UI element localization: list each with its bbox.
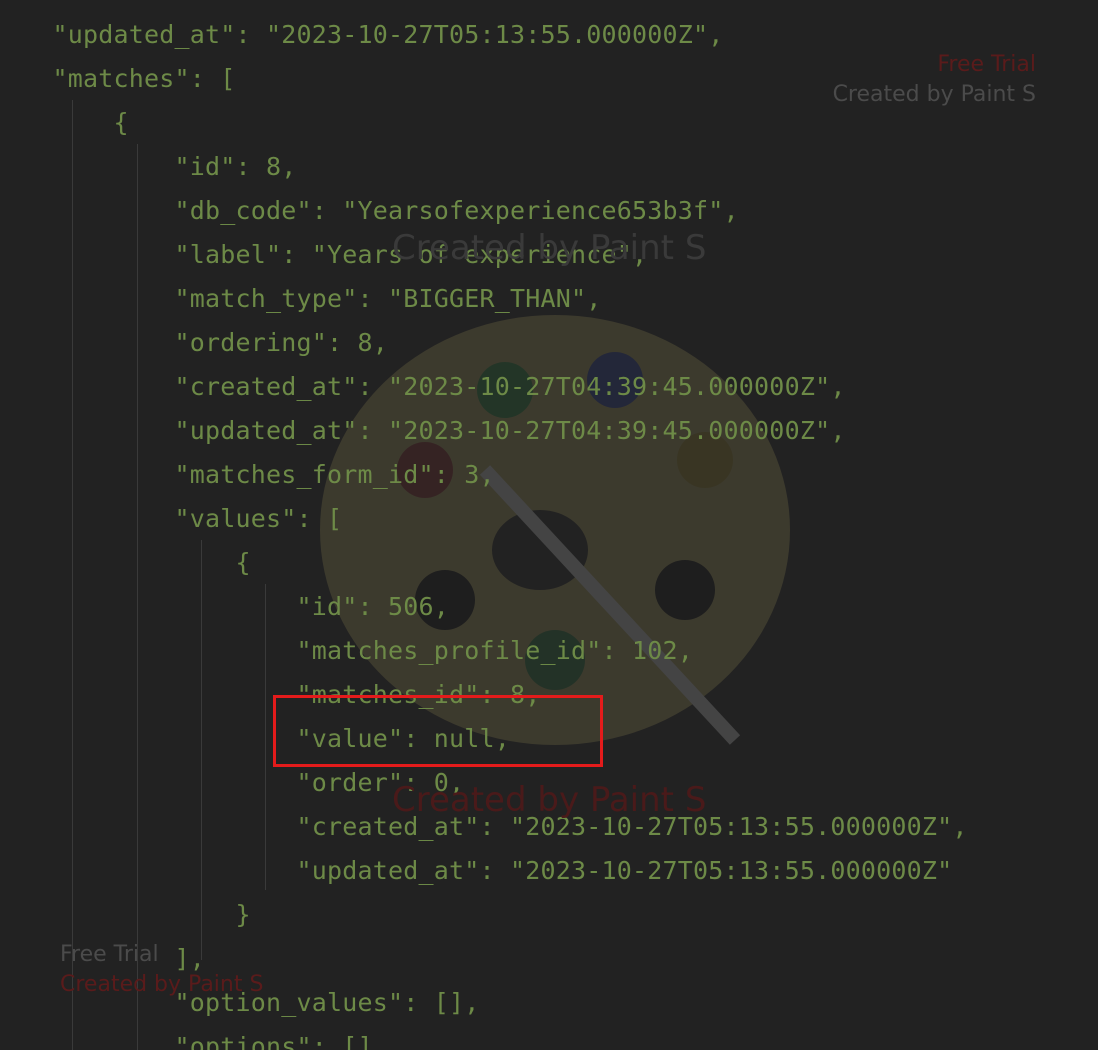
code-line[interactable]: "updated_at": "2023-10-27T04:39:45.00000…: [22, 409, 846, 453]
code-line[interactable]: "matches_profile_id": 102,: [22, 629, 693, 673]
code-line[interactable]: "values": [: [22, 497, 343, 541]
watermark-center-top: Created by Paint S: [392, 228, 707, 268]
code-line[interactable]: "options": []: [22, 1025, 373, 1050]
code-line[interactable]: "db_code": "Yearsofexperience653b3f",: [22, 189, 739, 233]
watermark-created-by-bottom: Created by Paint S: [60, 972, 264, 997]
watermark-created-by: Created by Paint S: [832, 82, 1036, 107]
code-line[interactable]: "id": 506,: [22, 585, 449, 629]
code-line[interactable]: {: [22, 101, 129, 145]
code-line[interactable]: "created_at": "2023-10-27T04:39:45.00000…: [22, 365, 846, 409]
watermark-center-bottom: Created by Paint S: [392, 780, 707, 820]
code-line[interactable]: "id": 8,: [22, 145, 297, 189]
code-line[interactable]: {: [22, 541, 251, 585]
code-line[interactable]: "updated_at": "2023-10-27T05:13:55.00000…: [22, 13, 724, 57]
code-line[interactable]: "matches_form_id": 3,: [22, 453, 495, 497]
watermark-free-trial: Free Trial: [937, 52, 1036, 77]
code-line[interactable]: "match_type": "BIGGER_THAN",: [22, 277, 602, 321]
code-line[interactable]: }: [22, 893, 251, 937]
code-line[interactable]: "matches": [: [22, 57, 236, 101]
code-editor[interactable]: "updated_at": "2023-10-27T05:13:55.00000…: [0, 0, 1098, 1050]
code-line[interactable]: "updated_at": "2023-10-27T05:13:55.00000…: [22, 849, 953, 893]
code-line[interactable]: "ordering": 8,: [22, 321, 388, 365]
watermark-free-trial-bottom: Free Trial: [60, 942, 159, 967]
highlight-box: [273, 695, 603, 767]
